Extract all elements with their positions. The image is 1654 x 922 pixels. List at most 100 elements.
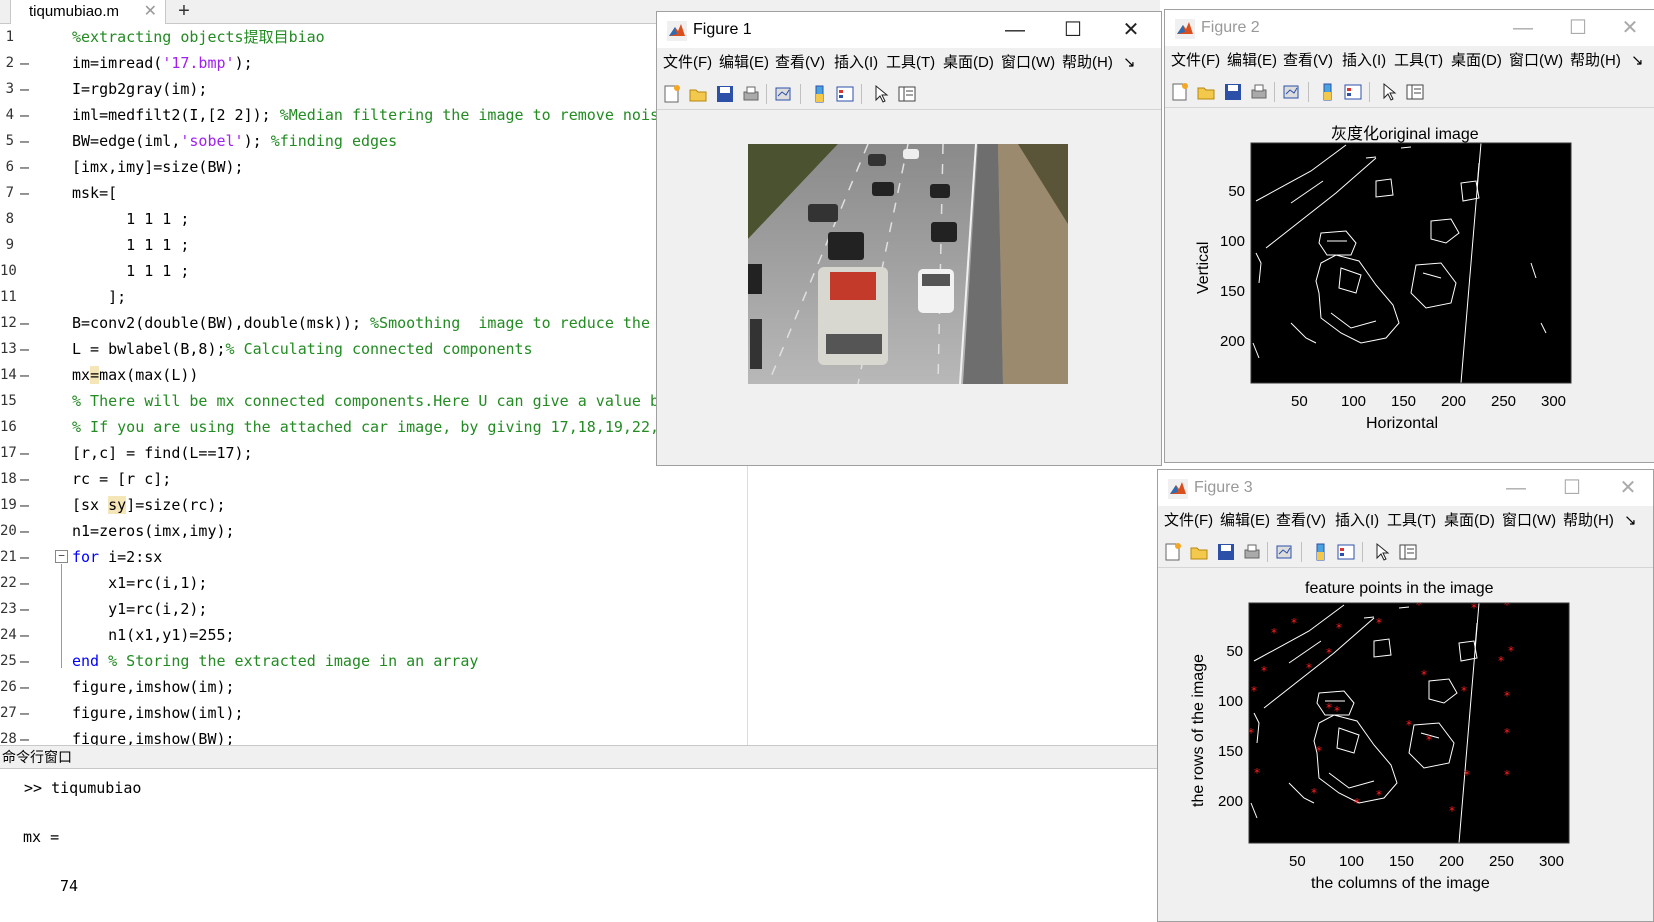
menu-overflow-icon[interactable]: ↘ — [1123, 50, 1136, 76]
menu-item[interactable]: 查看(V) — [1276, 508, 1326, 534]
menu-item[interactable]: 文件(F) — [1164, 508, 1213, 534]
maximize-button[interactable]: ☐ — [1045, 12, 1101, 48]
legend-icon[interactable] — [835, 84, 855, 104]
code-line[interactable]: 24— n1(x1,y1)=255; — [0, 622, 1160, 648]
open-file-icon[interactable] — [1189, 542, 1209, 562]
code-line[interactable]: 22— x1=rc(i,1); — [0, 570, 1160, 596]
code-line[interactable]: 27—figure,imshow(iml); — [0, 700, 1160, 726]
maximize-button[interactable]: ☐ — [1550, 10, 1606, 46]
menu-item[interactable]: 插入(I) — [1335, 508, 1379, 534]
menu-item[interactable]: 工具(T) — [1394, 48, 1443, 74]
menu-item[interactable]: 文件(F) — [1171, 48, 1220, 74]
menu-item[interactable]: 桌面(D) — [943, 50, 994, 76]
figure-3-titlebar[interactable]: Figure 3 — ☐ ✕ — [1158, 470, 1653, 506]
breakpoint-marker[interactable]: — — [20, 674, 29, 700]
minimize-button[interactable]: — — [1488, 470, 1544, 506]
menu-item[interactable]: 窗口(W) — [1001, 50, 1055, 76]
code-line[interactable]: 20—n1=zeros(imx,imy); — [0, 518, 1160, 544]
code-line[interactable]: 21—−for i=2:sx — [0, 544, 1160, 570]
code-line[interactable]: 25—end % Storing the extracted image in … — [0, 648, 1160, 674]
fold-toggle-icon[interactable]: − — [55, 550, 68, 563]
menu-item[interactable]: 窗口(W) — [1509, 48, 1563, 74]
breakpoint-marker[interactable]: — — [20, 154, 29, 180]
link-plot-icon[interactable] — [1281, 82, 1301, 102]
property-inspector-icon[interactable] — [1405, 82, 1425, 102]
breakpoint-marker[interactable]: — — [20, 440, 29, 466]
menu-item[interactable]: 编辑(E) — [1227, 48, 1277, 74]
edit-plot-icon[interactable] — [871, 84, 891, 104]
breakpoint-marker[interactable]: — — [20, 310, 29, 336]
breakpoint-marker[interactable]: — — [20, 336, 29, 362]
code-line[interactable]: 18—rc = [r c]; — [0, 466, 1160, 492]
edit-plot-icon[interactable] — [1372, 542, 1392, 562]
new-figure-icon[interactable] — [662, 84, 682, 104]
breakpoint-marker[interactable]: — — [20, 466, 29, 492]
breakpoint-marker[interactable]: — — [20, 726, 29, 745]
code-line[interactable]: 23— y1=rc(i,2); — [0, 596, 1160, 622]
menu-item[interactable]: 编辑(E) — [719, 50, 769, 76]
breakpoint-marker[interactable]: — — [20, 622, 29, 648]
menu-item[interactable]: 帮助(H) — [1563, 508, 1614, 534]
menu-item[interactable]: 查看(V) — [775, 50, 825, 76]
new-figure-icon[interactable] — [1170, 82, 1190, 102]
breakpoint-marker[interactable]: — — [20, 102, 29, 128]
add-tab-button[interactable]: + — [170, 0, 198, 24]
new-figure-icon[interactable] — [1163, 542, 1183, 562]
save-icon[interactable] — [1223, 82, 1243, 102]
menu-overflow-icon[interactable]: ↘ — [1631, 48, 1644, 74]
breakpoint-marker[interactable]: — — [20, 596, 29, 622]
tab-tiqumubiao[interactable]: tiqumubiao.m ✕ — [10, 0, 166, 24]
breakpoint-marker[interactable]: — — [20, 50, 29, 76]
link-plot-icon[interactable] — [1274, 542, 1294, 562]
close-button[interactable]: ✕ — [1600, 470, 1654, 506]
menu-item[interactable]: 帮助(H) — [1062, 50, 1113, 76]
breakpoint-marker[interactable]: — — [20, 76, 29, 102]
property-inspector-icon[interactable] — [897, 84, 917, 104]
code-line[interactable]: 28—figure,imshow(BW); — [0, 726, 1160, 745]
menu-item[interactable]: 文件(F) — [663, 50, 712, 76]
breakpoint-marker[interactable]: — — [20, 492, 29, 518]
menu-item[interactable]: 工具(T) — [886, 50, 935, 76]
colorbar-icon[interactable] — [1317, 82, 1337, 102]
link-plot-icon[interactable] — [773, 84, 793, 104]
save-icon[interactable] — [1216, 542, 1236, 562]
colorbar-icon[interactable] — [1310, 542, 1330, 562]
figure-3-window[interactable]: Figure 3 — ☐ ✕ 文件(F) 编辑(E)查看(V) 插入(I) 工具(T)… — [1157, 469, 1654, 922]
save-icon[interactable] — [715, 84, 735, 104]
breakpoint-marker[interactable]: — — [20, 362, 29, 388]
breakpoint-marker[interactable]: — — [20, 128, 29, 154]
legend-icon[interactable] — [1336, 542, 1356, 562]
menu-item[interactable]: 编辑(E) — [1220, 508, 1270, 534]
menu-item[interactable]: 查看(V) — [1283, 48, 1333, 74]
colorbar-icon[interactable] — [809, 84, 829, 104]
legend-icon[interactable] — [1343, 82, 1363, 102]
menu-item[interactable]: 桌面(D) — [1451, 48, 1502, 74]
menu-item[interactable]: 插入(I) — [1342, 48, 1386, 74]
breakpoint-marker[interactable]: — — [20, 570, 29, 596]
menu-item[interactable]: 工具(T) — [1387, 508, 1436, 534]
menu-item[interactable]: 桌面(D) — [1444, 508, 1495, 534]
open-file-icon[interactable] — [688, 84, 708, 104]
minimize-button[interactable]: — — [1495, 10, 1551, 46]
property-inspector-icon[interactable] — [1398, 542, 1418, 562]
code-line[interactable]: 19—[sx sy]=size(rc); — [0, 492, 1160, 518]
close-tab-icon[interactable]: ✕ — [144, 0, 157, 23]
menu-item[interactable]: 窗口(W) — [1502, 508, 1556, 534]
code-line[interactable]: 26—figure,imshow(im); — [0, 674, 1160, 700]
figure-1-window[interactable]: Figure 1 — ☐ ✕ 文件(F)编辑(E)查看(V)插入(I)工具(T)… — [656, 11, 1162, 466]
command-window[interactable]: >> tiqumubiao mx = 74 — [0, 769, 1160, 922]
edit-plot-icon[interactable] — [1379, 82, 1399, 102]
close-button[interactable]: ✕ — [1103, 12, 1159, 48]
open-file-icon[interactable] — [1196, 82, 1216, 102]
close-button[interactable]: ✕ — [1602, 10, 1654, 46]
menu-item[interactable]: 帮助(H) — [1570, 48, 1621, 74]
figure-2-window[interactable]: Figure 2 — ☐ ✕ 文件(F) 编辑(E)查看(V) 插入(I) 工具(T)… — [1164, 9, 1654, 463]
print-icon[interactable] — [1242, 542, 1262, 562]
print-icon[interactable] — [1249, 82, 1269, 102]
breakpoint-marker[interactable]: — — [20, 180, 29, 206]
figure-2-titlebar[interactable]: Figure 2 — ☐ ✕ — [1165, 10, 1654, 46]
breakpoint-marker[interactable]: — — [20, 700, 29, 726]
menu-item[interactable]: 插入(I) — [834, 50, 878, 76]
breakpoint-marker[interactable]: — — [20, 518, 29, 544]
maximize-button[interactable]: ☐ — [1544, 470, 1600, 506]
